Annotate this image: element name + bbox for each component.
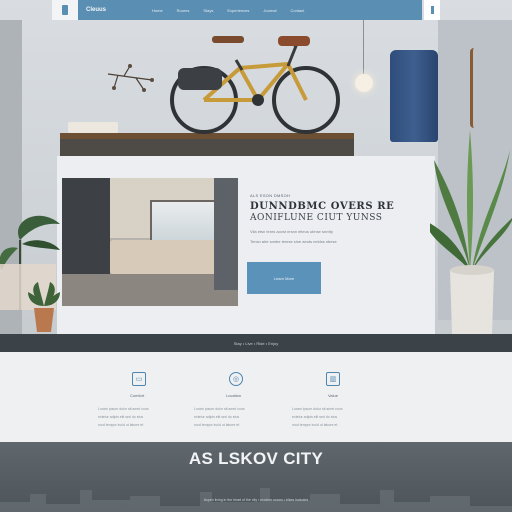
- hero-title-secondary: AONIFLUNE CIUT YUNSS: [250, 213, 383, 223]
- feature-line: Loram ipsum dolor sit amet cons: [194, 407, 245, 411]
- nav-link-stays[interactable]: Stays: [203, 8, 213, 13]
- logo[interactable]: [52, 0, 78, 20]
- features-section: ▭ Comfort Loram ipsum dolor sit amet con…: [0, 352, 512, 442]
- menu-button[interactable]: [424, 0, 440, 20]
- bag-strap-decor: [470, 48, 486, 128]
- pendant-lamp: [355, 74, 373, 92]
- city-skyline-decor: [0, 488, 512, 512]
- lamp-cord: [363, 20, 364, 76]
- feature-line: mod tempor incid ut labore et: [292, 423, 338, 427]
- chart-icon: ▥: [326, 372, 340, 386]
- feature-line: ectetur adipis elit sed do eius: [194, 415, 240, 419]
- small-plant-decor: [28, 282, 60, 332]
- branch-decor: [107, 64, 154, 92]
- nav-link-experiences[interactable]: Experiences: [227, 8, 249, 13]
- feature-line: Loram ipsum dolor sit amet cons: [292, 407, 343, 411]
- brand-name[interactable]: Cleuus: [86, 7, 136, 13]
- logo-icon: [62, 5, 68, 15]
- hero-cta-label: Learn More: [273, 275, 295, 281]
- photo-bed: [110, 240, 222, 274]
- photo-window: [150, 200, 220, 242]
- globe-icon: ◎: [229, 372, 243, 386]
- books-decor: [68, 122, 118, 133]
- tagline-band: Stay • Live • Ride • Enjoy: [0, 334, 512, 352]
- feature-line: mod tempor incid ut labore et: [194, 423, 240, 427]
- feature-text: Loram ipsum dolor sit amet cons ectetur …: [194, 407, 280, 431]
- hero-kicker: ALS ESON DMSOH: [250, 193, 291, 198]
- feature-title: Comfort: [130, 393, 145, 398]
- top-navigation: Cleuus Home Rooms Stays Experiences Jour…: [52, 0, 422, 20]
- bedroom-photo: [62, 178, 238, 306]
- hero-subtitle: Vila etsn tenrs aovst nrsnn elteus ubnse…: [250, 229, 333, 234]
- hero-cta-button[interactable]: Learn More: [247, 262, 321, 294]
- photo-curtain: [214, 178, 238, 290]
- feature-title: Location: [226, 393, 242, 398]
- plant-right-decor: [430, 130, 512, 334]
- bicycle-image: [170, 36, 340, 134]
- feature-line: ectetur adipis elit sed do eius: [98, 415, 144, 419]
- nav-link-journal[interactable]: Journal: [263, 8, 276, 13]
- nav-link-home[interactable]: Home: [152, 8, 163, 13]
- feature-text: Loram ipsum dolor sit amet cons ectetur …: [292, 407, 378, 431]
- hero-subtitle-secondary: Tensn alre snnbe tenrse slne aeuts nelds…: [250, 239, 337, 244]
- nav-link-rooms[interactable]: Rooms: [177, 8, 190, 13]
- tagline-text: Stay • Live • Ride • Enjoy: [233, 340, 279, 346]
- footer-title: AS LSKOV CITY: [188, 449, 324, 468]
- monitor-icon: ▭: [132, 372, 146, 386]
- photo-floor: [62, 274, 238, 306]
- feature-line: Loram ipsum dolor sit amet cons: [98, 407, 149, 411]
- feature-line: ectetur adipis elit sed do eius: [292, 415, 338, 419]
- menu-icon: [430, 6, 434, 14]
- feature-title: Value: [328, 393, 338, 398]
- footer-subtitle: Aspen living in the heart of the city • …: [203, 498, 309, 502]
- feature-text: Loram ipsum dolor sit amet cons ectetur …: [98, 407, 184, 431]
- hero-card-extension: [165, 306, 435, 334]
- hero-title: DUNNDBMC OVERS RE: [250, 201, 395, 212]
- feature-line: mod tempor incid ut labore et: [98, 423, 144, 427]
- nav-links: Home Rooms Stays Experiences Journal Con…: [152, 8, 304, 13]
- footer: AS LSKOV CITY Aspen living in the heart …: [0, 442, 512, 512]
- nav-link-contact[interactable]: Contact: [291, 8, 305, 13]
